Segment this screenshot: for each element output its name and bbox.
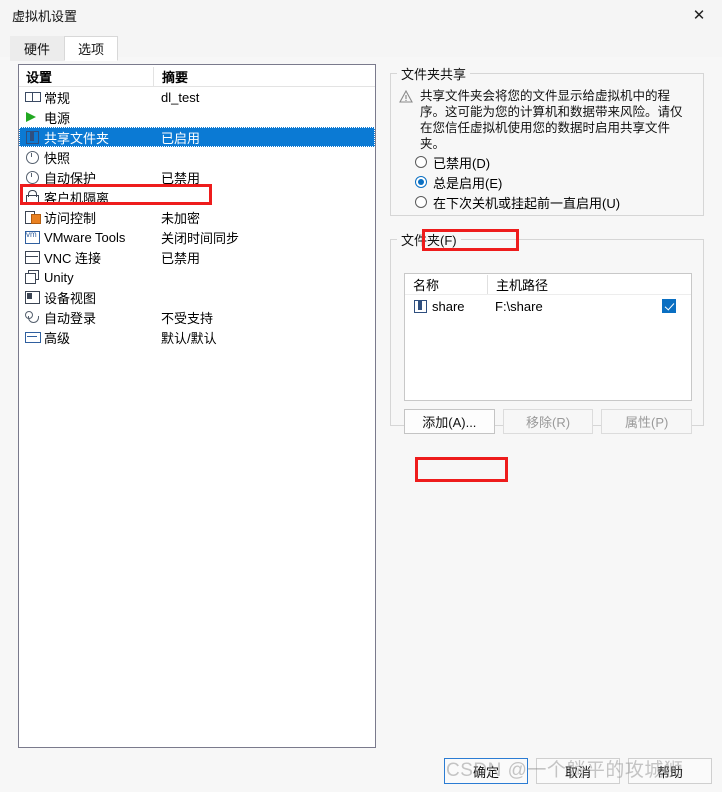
radio-enabled-until-shutdown-label: 在下次关机或挂起前一直启用(U) — [433, 195, 621, 211]
folder-enabled-checkbox[interactable] — [662, 299, 676, 313]
list-item-auto-login[interactable]: 自动登录 不受支持 — [19, 307, 375, 327]
monitor-icon — [25, 90, 41, 104]
list-item-label: Unity — [44, 269, 74, 285]
folders-column-name: 名称 — [413, 277, 440, 293]
tab-hardware[interactable]: 硬件 — [10, 36, 65, 61]
folders-legend: 文件夹(F) — [401, 233, 457, 248]
tab-options[interactable]: 选项 — [64, 36, 119, 61]
list-item-snapshot[interactable]: 快照 — [19, 147, 375, 167]
list-item-label: 共享文件夹 — [44, 130, 110, 146]
radio-always-enabled-indicator[interactable] — [415, 176, 427, 188]
table-row[interactable]: share F:\share — [405, 295, 691, 317]
list-item-label: 客户机隔离 — [44, 190, 110, 206]
list-item-summary: 未加密 — [161, 210, 201, 226]
title-bar: 虚拟机设置 ✕ — [0, 0, 722, 30]
device-view-icon — [25, 290, 40, 304]
list-item-summary: 默认/默认 — [161, 330, 217, 346]
list-item-summary: 已禁用 — [161, 250, 201, 266]
power-play-icon — [25, 110, 40, 124]
list-item-autoprotect[interactable]: 自动保护 已禁用 — [19, 167, 375, 187]
folders-button-row: 添加(A)... 移除(R) 属性(P) — [404, 409, 693, 434]
unity-icon — [25, 270, 40, 284]
radio-always-enabled-label: 总是启用(E) — [433, 175, 503, 191]
dialog-content: 设置 摘要 常规 dl_test 电源 共享文件夹 已启用 快照 自动保护 已禁… — [0, 57, 722, 792]
list-item-shared-folders[interactable]: 共享文件夹 已启用 — [19, 127, 375, 147]
column-header-setting: 设置 — [26, 70, 53, 85]
list-item-access-control[interactable]: 访问控制 未加密 — [19, 207, 375, 227]
radio-disabled-indicator[interactable] — [415, 156, 427, 168]
list-item-label: 访问控制 — [44, 210, 97, 226]
vnc-icon — [25, 250, 40, 264]
folder-properties-button[interactable]: 属性(P) — [601, 409, 693, 434]
folder-icon — [25, 130, 40, 144]
list-item-power[interactable]: 电源 — [19, 107, 375, 127]
radio-disabled-label: 已禁用(D) — [433, 155, 491, 171]
folders-group: 文件夹(F) 名称 主机路径 share F:\share 添加(A)... 移… — [390, 230, 704, 434]
annotation-box-add-button — [415, 457, 508, 482]
access-control-icon — [25, 210, 41, 224]
folder-path-cell: F:\share — [495, 298, 543, 314]
list-item-label: 高级 — [44, 330, 71, 346]
lock-icon — [25, 190, 40, 204]
list-item-label: 自动登录 — [44, 310, 97, 326]
list-item-summary: dl_test — [161, 89, 200, 105]
list-item-label: 快照 — [44, 150, 71, 166]
folder-enabled-cell[interactable] — [647, 299, 691, 313]
list-item-unity[interactable]: Unity — [19, 267, 375, 287]
close-icon[interactable]: ✕ — [676, 0, 722, 30]
folders-table[interactable]: 名称 主机路径 share F:\share — [404, 273, 692, 401]
list-item-label: 常规 — [44, 90, 71, 106]
settings-list[interactable]: 设置 摘要 常规 dl_test 电源 共享文件夹 已启用 快照 自动保护 已禁… — [18, 64, 376, 748]
radio-always-enabled[interactable]: 总是启用(E) — [391, 172, 703, 192]
advanced-icon — [25, 330, 41, 344]
csdn-watermark: CSDN @一个躺平的攻城狮 — [446, 760, 684, 781]
folders-column-path: 主机路径 — [487, 274, 647, 294]
sharing-warning: 共享文件夹会将您的文件显示给虚拟机中的程序。这可能为您的计算机和数据带来风险。请… — [391, 83, 703, 152]
radio-disabled[interactable]: 已禁用(D) — [391, 152, 703, 172]
list-item-general[interactable]: 常规 dl_test — [19, 87, 375, 107]
list-item-advanced[interactable]: 高级 默认/默认 — [19, 327, 375, 347]
snapshot-clock-icon — [25, 150, 40, 164]
window-title: 虚拟机设置 — [12, 8, 78, 24]
folder-sharing-group: 文件夹共享 共享文件夹会将您的文件显示给虚拟机中的程序。这可能为您的计算机和数据… — [390, 64, 704, 216]
list-item-label: VNC 连接 — [44, 250, 102, 266]
list-item-summary: 不受支持 — [161, 310, 214, 326]
list-item-device-view[interactable]: 设备视图 — [19, 287, 375, 307]
autoprotect-clock-icon — [25, 170, 40, 184]
list-item-vmware-tools[interactable]: VMware Tools 关闭时间同步 — [19, 227, 375, 247]
list-item-summary: 已启用 — [161, 130, 201, 146]
options-pane: 文件夹共享 共享文件夹会将您的文件显示给虚拟机中的程序。这可能为您的计算机和数据… — [390, 64, 704, 434]
vmware-tools-icon — [25, 230, 40, 244]
radio-enabled-until-shutdown[interactable]: 在下次关机或挂起前一直启用(U) — [391, 192, 703, 212]
list-item-summary: 已禁用 — [161, 170, 201, 186]
warning-triangle-icon — [399, 88, 413, 152]
list-item-label: 自动保护 — [44, 170, 97, 186]
list-item-guest-isolation[interactable]: 客户机隔离 — [19, 187, 375, 207]
folder-name-text: share — [432, 298, 465, 314]
list-item-summary: 关闭时间同步 — [161, 230, 240, 246]
remove-folder-button[interactable]: 移除(R) — [502, 409, 594, 434]
column-header-summary: 摘要 — [153, 67, 375, 86]
list-item-vnc-connection[interactable]: VNC 连接 已禁用 — [19, 247, 375, 267]
radio-enabled-until-shutdown-indicator[interactable] — [415, 196, 427, 208]
list-item-label: VMware Tools — [44, 229, 126, 245]
folder-name-cell: share — [405, 299, 487, 314]
folder-icon — [413, 299, 428, 313]
list-item-label: 设备视图 — [44, 290, 97, 306]
add-folder-button[interactable]: 添加(A)... — [404, 409, 495, 434]
sharing-warning-text: 共享文件夹会将您的文件显示给虚拟机中的程序。这可能为您的计算机和数据带来风险。请… — [420, 89, 683, 151]
settings-list-header: 设置 摘要 — [19, 65, 375, 87]
auto-login-icon — [25, 310, 40, 324]
list-item-label: 电源 — [44, 110, 71, 126]
folder-sharing-legend: 文件夹共享 — [401, 67, 467, 82]
folders-table-header: 名称 主机路径 — [405, 274, 691, 295]
